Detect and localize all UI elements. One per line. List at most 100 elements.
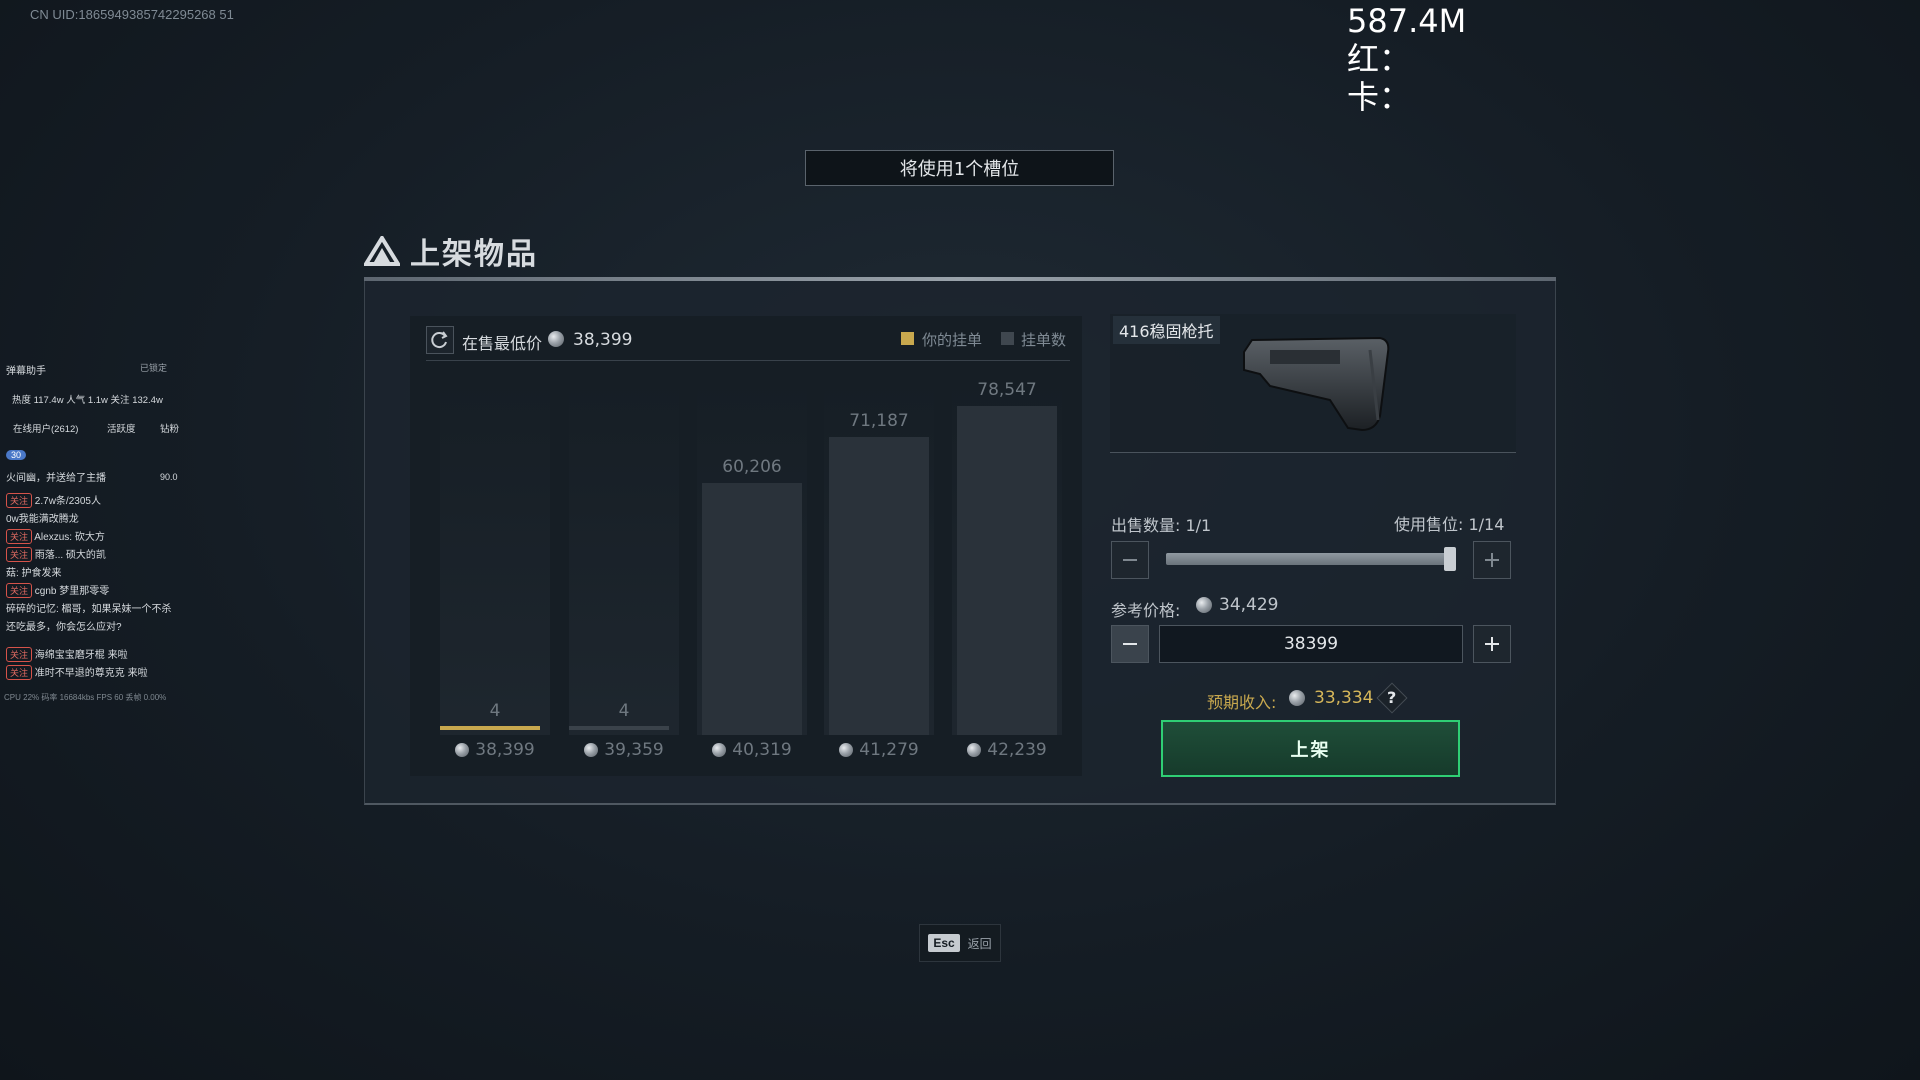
chat-message: 关注 雨落... 硕大的凯 <box>6 546 106 562</box>
plus-icon <box>1485 637 1499 651</box>
coin-icon <box>455 743 470 757</box>
chat-message-text: 2.7w条/2305人 <box>34 496 101 507</box>
back-label: 返回 <box>967 936 992 951</box>
chat-message: 关注 Alexzus: 砍大方 <box>6 528 105 544</box>
price-plus-button[interactable] <box>1473 625 1511 663</box>
coin-icon <box>1289 690 1305 706</box>
chat-message: 碎碎的记忆: 楣哥，如果呆妹一个不杀 <box>6 600 172 615</box>
refresh-icon <box>431 331 448 349</box>
bar-price-text: 41,279 <box>859 740 919 760</box>
coin-icon <box>548 331 564 347</box>
gift-line: 火间幽，并送给了主播 <box>6 473 106 484</box>
chat-message: 关注 准时不早退的尊克克 来啦 <box>6 664 148 680</box>
chat-message-text: 碎碎的记忆: 楣哥，如果呆妹一个不杀 <box>6 604 172 615</box>
bar-column-background <box>569 380 679 735</box>
gift-badge: 30 <box>6 450 27 460</box>
quantity-plus-button[interactable] <box>1473 541 1511 579</box>
quantity-minus-button[interactable] <box>1111 541 1149 579</box>
bar-price-label: 40,319 <box>692 740 812 760</box>
overlay-card: 卡： <box>1347 78 1412 116</box>
chat-tab-fans[interactable]: 钻粉 <box>160 421 179 435</box>
price-bar-column[interactable]: 78,547 <box>952 380 1062 735</box>
chat-message-text: 0w我能满改腾龙 <box>6 514 79 525</box>
price-bar <box>702 483 802 735</box>
chat-message-text: Alexzus: 砍大方 <box>34 532 105 543</box>
follow-tag: 关注 <box>6 647 33 662</box>
help-question-mark: ? <box>1387 688 1397 707</box>
chat-message-text: 菇: 护食发来 <box>6 568 62 579</box>
price-minus-button[interactable] <box>1111 625 1149 663</box>
quantity-slider-fill <box>1166 553 1451 565</box>
rifle-stock-image <box>1243 336 1390 432</box>
price-input[interactable] <box>1159 625 1463 663</box>
coin-icon <box>584 743 599 757</box>
bar-value-label: 4 <box>489 701 501 721</box>
minus-icon <box>1123 643 1137 645</box>
overlay-red: 红： <box>1347 40 1412 78</box>
chat-message-text: 还吃最多，你会怎么应对? <box>6 622 122 633</box>
bar-price-text: 38,399 <box>475 740 535 760</box>
chat-message-text: 海绵宝宝磨牙棍 来啦 <box>34 650 128 661</box>
chat-stats: 热度 117.4w 人气 1.1w 关注 132.4w <box>12 395 163 406</box>
bar-value-label: 4 <box>618 701 630 721</box>
price-bar-column[interactable]: 60,206 <box>697 380 807 735</box>
follow-tag: 关注 <box>6 493 33 508</box>
slot-usage-banner: 将使用1个槽位 <box>805 150 1114 186</box>
quantity-slider-handle[interactable] <box>1444 547 1456 571</box>
bar-value-label: 78,547 <box>977 380 1037 400</box>
chat-tab-online[interactable]: 在线用户(2612) <box>13 421 78 435</box>
legend-count-swatch <box>1001 332 1014 345</box>
follow-tag: 关注 <box>6 583 33 598</box>
follow-tag: 关注 <box>6 547 33 562</box>
bar-column-background <box>440 380 550 735</box>
legend-mine-label: 你的挂单 <box>922 331 983 349</box>
lowest-price-value: 38,399 <box>573 330 633 350</box>
list-item-button[interactable]: 上架 <box>1161 720 1460 777</box>
bar-value-label: 71,187 <box>849 411 909 431</box>
bar-price-text: 42,239 <box>987 740 1047 760</box>
player-uid: CN UID:1865949385742295268 51 <box>30 7 234 22</box>
back-button[interactable]: Esc 返回 <box>919 924 1001 962</box>
bar-price-label: 42,239 <box>947 740 1067 760</box>
price-bar-column[interactable]: 4 <box>569 380 679 735</box>
bar-value-label: 60,206 <box>722 457 782 477</box>
dialog-header: 上架物品 <box>364 231 538 272</box>
reference-price-value: 34,429 <box>1219 595 1279 615</box>
chat-message: 关注 2.7w条/2305人 <box>6 492 101 508</box>
lowest-price-label: 在售最低价 <box>462 334 543 353</box>
coin-icon <box>839 743 854 757</box>
price-bar <box>829 437 929 735</box>
chat-message-text: cgnb 梦里那零零 <box>34 586 110 597</box>
minus-icon <box>1123 559 1137 561</box>
legend-mine-swatch <box>901 332 914 345</box>
legend-count-label: 挂单数 <box>1021 331 1067 349</box>
bar-price-label: 38,399 <box>435 740 555 760</box>
chat-message: 0w我能满改腾龙 <box>6 510 79 525</box>
refresh-button[interactable] <box>426 326 454 354</box>
bar-price-label: 41,279 <box>819 740 939 760</box>
chat-locked[interactable]: 已锁定 <box>140 361 167 374</box>
bar-price-text: 40,319 <box>732 740 792 760</box>
chat-title: 弹幕助手 <box>6 366 46 377</box>
esc-key-badge: Esc <box>928 934 960 952</box>
coin-icon <box>712 743 727 757</box>
bar-price-text: 39,359 <box>604 740 664 760</box>
chat-footer: CPU 22% 码率 16684kbs FPS 60 丢帧 0.00% <box>4 693 167 702</box>
expected-income-value: 33,334 <box>1314 688 1374 708</box>
chat-message-text: 准时不早退的尊克克 来啦 <box>34 668 148 679</box>
price-bar-column[interactable]: 4 <box>440 380 550 735</box>
bar-price-label: 39,359 <box>564 740 684 760</box>
coin-icon <box>967 743 982 757</box>
gift-value: 90.0 <box>160 472 178 482</box>
chat-message: 关注 海绵宝宝磨牙棍 来啦 <box>6 646 128 662</box>
chat-tab-activity[interactable]: 活跃度 <box>107 421 136 435</box>
price-bar-column[interactable]: 71,187 <box>824 380 934 735</box>
expected-income-label: 预期收入: <box>1207 693 1277 712</box>
price-bar <box>957 406 1057 735</box>
your-listing-marker <box>440 726 540 730</box>
coin-icon <box>1196 597 1212 613</box>
chat-message-text: 雨落... 硕大的凯 <box>34 550 106 561</box>
listing-marker <box>569 726 669 730</box>
reference-price-label: 参考价格: <box>1111 601 1181 620</box>
sale-slots-label: 使用售位: 1/14 <box>1394 515 1505 534</box>
